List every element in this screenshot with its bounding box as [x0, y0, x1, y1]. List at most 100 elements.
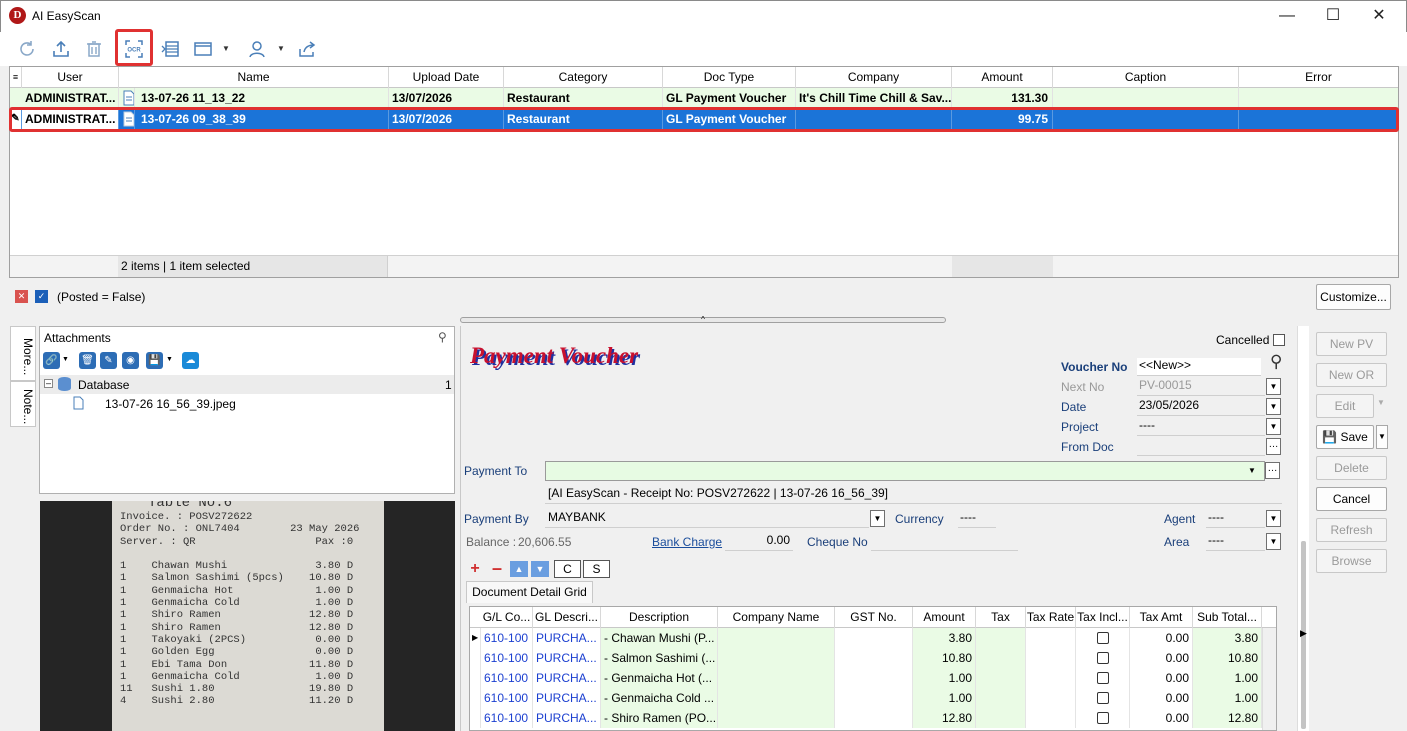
move-down-icon[interactable]: ▼ [531, 561, 549, 577]
col-caption[interactable]: Caption [1053, 67, 1239, 88]
bank-charge-field[interactable]: 0.00 [725, 533, 793, 551]
date-dropdown[interactable]: ▼ [1266, 398, 1281, 415]
save-dropdown-icon[interactable]: ▼ [1376, 425, 1388, 449]
expand-panel-icon[interactable]: ▶ [1300, 628, 1307, 639]
tree-file-row[interactable]: 13-07-26 16_56_39.jpeg [40, 395, 454, 413]
edit-button[interactable]: Edit [1316, 394, 1374, 418]
refresh-button[interactable]: Refresh [1316, 518, 1387, 542]
project-dropdown[interactable]: ▼ [1266, 418, 1281, 435]
tax-inclusive-checkbox[interactable] [1096, 632, 1109, 644]
minimize-button[interactable]: — [1264, 0, 1310, 32]
tax-inclusive-checkbox[interactable] [1096, 672, 1109, 684]
col-category[interactable]: Category [504, 67, 663, 88]
payment-by-dropdown[interactable]: ▼ [870, 510, 885, 527]
view-icon[interactable]: ◉ [122, 352, 139, 369]
cheque-no-field[interactable] [871, 533, 1018, 551]
col-doc-type[interactable]: Doc Type [663, 67, 796, 88]
next-no-dropdown[interactable]: ▼ [1266, 378, 1281, 395]
tax-inclusive-checkbox[interactable] [1096, 652, 1109, 664]
col-tax[interactable]: Tax [976, 607, 1026, 628]
date-field[interactable]: 23/05/2026 [1137, 398, 1265, 416]
pencil-icon[interactable]: ✎ [100, 352, 117, 369]
filter-text[interactable]: (Posted = False) [57, 290, 145, 304]
from-doc-field[interactable] [1137, 438, 1265, 456]
filter-checkbox[interactable]: ✓ [35, 290, 48, 303]
payment-to-browse[interactable]: … [1265, 462, 1280, 479]
payment-to-dropdown[interactable]: ▼ [1248, 466, 1256, 475]
col-gl-code[interactable]: G/L Co... [481, 607, 533, 628]
save-dropdown-icon[interactable]: ▼ [166, 356, 173, 363]
cancel-button[interactable]: Cancel [1316, 487, 1387, 511]
clear-filter-icon[interactable]: ✕ [15, 290, 28, 303]
collapse-icon[interactable]: – [44, 379, 53, 388]
window-dropdown-icon[interactable]: ▼ [221, 40, 231, 58]
new-pv-button[interactable]: New PV [1316, 332, 1387, 356]
currency-field[interactable]: ---- [958, 510, 996, 528]
cell-tax-inclusive[interactable] [1076, 708, 1130, 728]
col-amount[interactable]: Amount [952, 67, 1053, 88]
cancelled-checkbox[interactable] [1273, 334, 1285, 346]
add-row-icon[interactable]: + [466, 560, 484, 578]
col-tax-inclusive[interactable]: Tax Incl... [1076, 607, 1130, 628]
user-dropdown-icon[interactable]: ▼ [276, 40, 286, 58]
col-sub-total[interactable]: Sub Total... [1193, 607, 1262, 628]
layout-icon[interactable] [157, 36, 183, 62]
splitter-handle[interactable]: ^ [460, 316, 946, 324]
from-doc-browse[interactable]: … [1266, 438, 1281, 455]
cell-tax-inclusive[interactable] [1076, 668, 1130, 688]
cloud-upload-icon[interactable]: ☁ [182, 352, 199, 369]
tree-root-row[interactable]: – Database 1 [40, 375, 454, 394]
maximize-button[interactable]: ☐ [1310, 0, 1356, 32]
col-amount[interactable]: Amount [913, 607, 976, 628]
detail-row[interactable]: 610-100 PURCHA... - Genmaicha Cold ... 1.00… [470, 688, 1262, 708]
window-icon[interactable] [190, 36, 216, 62]
pin-icon[interactable]: ⚲ [438, 330, 447, 344]
delete-button[interactable]: Delete [1316, 456, 1387, 480]
col-gst-no[interactable]: GST No. [835, 607, 913, 628]
col-name[interactable]: Name [119, 67, 389, 88]
project-field[interactable]: ---- [1137, 418, 1265, 436]
cell-tax-inclusive[interactable] [1076, 688, 1130, 708]
detail-scrollbar[interactable] [1262, 628, 1276, 730]
col-tax-rate[interactable]: Tax Rate [1026, 607, 1076, 628]
remove-row-icon[interactable]: – [488, 559, 506, 578]
table-row[interactable]: ADMINISTRAT... 13-07-26 11_13_22 13/07/2… [10, 88, 1398, 108]
c-button[interactable]: C [554, 560, 581, 578]
trash-icon[interactable]: 🗑 [79, 352, 96, 369]
tax-inclusive-checkbox[interactable] [1096, 712, 1109, 724]
payment-to-field[interactable] [545, 461, 1265, 481]
agent-field[interactable]: ---- [1206, 510, 1265, 528]
voucher-no-field[interactable]: <<New>> [1137, 358, 1261, 376]
close-button[interactable]: ✕ [1356, 0, 1402, 32]
col-user[interactable]: User [22, 67, 119, 88]
cell-tax-inclusive[interactable] [1076, 628, 1130, 648]
col-upload-date[interactable]: Upload Date [389, 67, 504, 88]
side-tab-note[interactable]: Note... [10, 381, 36, 427]
col-company-name[interactable]: Company Name [718, 607, 835, 628]
refresh-icon[interactable] [14, 36, 40, 62]
edit-dropdown-icon[interactable]: ▼ [1377, 398, 1385, 407]
link-icon[interactable]: 🔗 [43, 352, 60, 369]
detail-row[interactable]: 610-100 PURCHA... - Genmaicha Hot (... 1.00… [470, 668, 1262, 688]
tab-document-detail-grid[interactable]: Document Detail Grid [466, 581, 593, 603]
panel-scrollbar[interactable] [1297, 326, 1309, 731]
agent-dropdown[interactable]: ▼ [1266, 510, 1281, 527]
col-company[interactable]: Company [796, 67, 952, 88]
search-icon[interactable]: ⚲ [1270, 352, 1282, 372]
new-or-button[interactable]: New OR [1316, 363, 1387, 387]
bank-charge-link[interactable]: Bank Charge [652, 535, 722, 549]
col-gl-description[interactable]: GL Descri... [533, 607, 601, 628]
col-error[interactable]: Error [1239, 67, 1398, 88]
save-button[interactable]: 💾 Save [1316, 425, 1374, 449]
payment-by-field[interactable]: MAYBANK [545, 510, 869, 528]
cell-tax-inclusive[interactable] [1076, 648, 1130, 668]
browse-button[interactable]: Browse [1316, 549, 1387, 573]
delete-icon[interactable] [81, 36, 107, 62]
payment-description[interactable]: [AI EasyScan - Receipt No: POSV272622 | … [545, 486, 1282, 504]
side-tab-more[interactable]: More... [10, 326, 36, 381]
link-dropdown-icon[interactable]: ▼ [62, 356, 69, 363]
customize-button[interactable]: Customize... [1316, 284, 1391, 310]
detail-row[interactable]: 610-100 PURCHA... - Shiro Ramen (PO... 12.8… [470, 708, 1262, 728]
detail-row[interactable]: ▶ 610-100 PURCHA... - Chawan Mushi (P... 3.8… [470, 628, 1262, 648]
area-field[interactable]: ---- [1206, 533, 1265, 551]
